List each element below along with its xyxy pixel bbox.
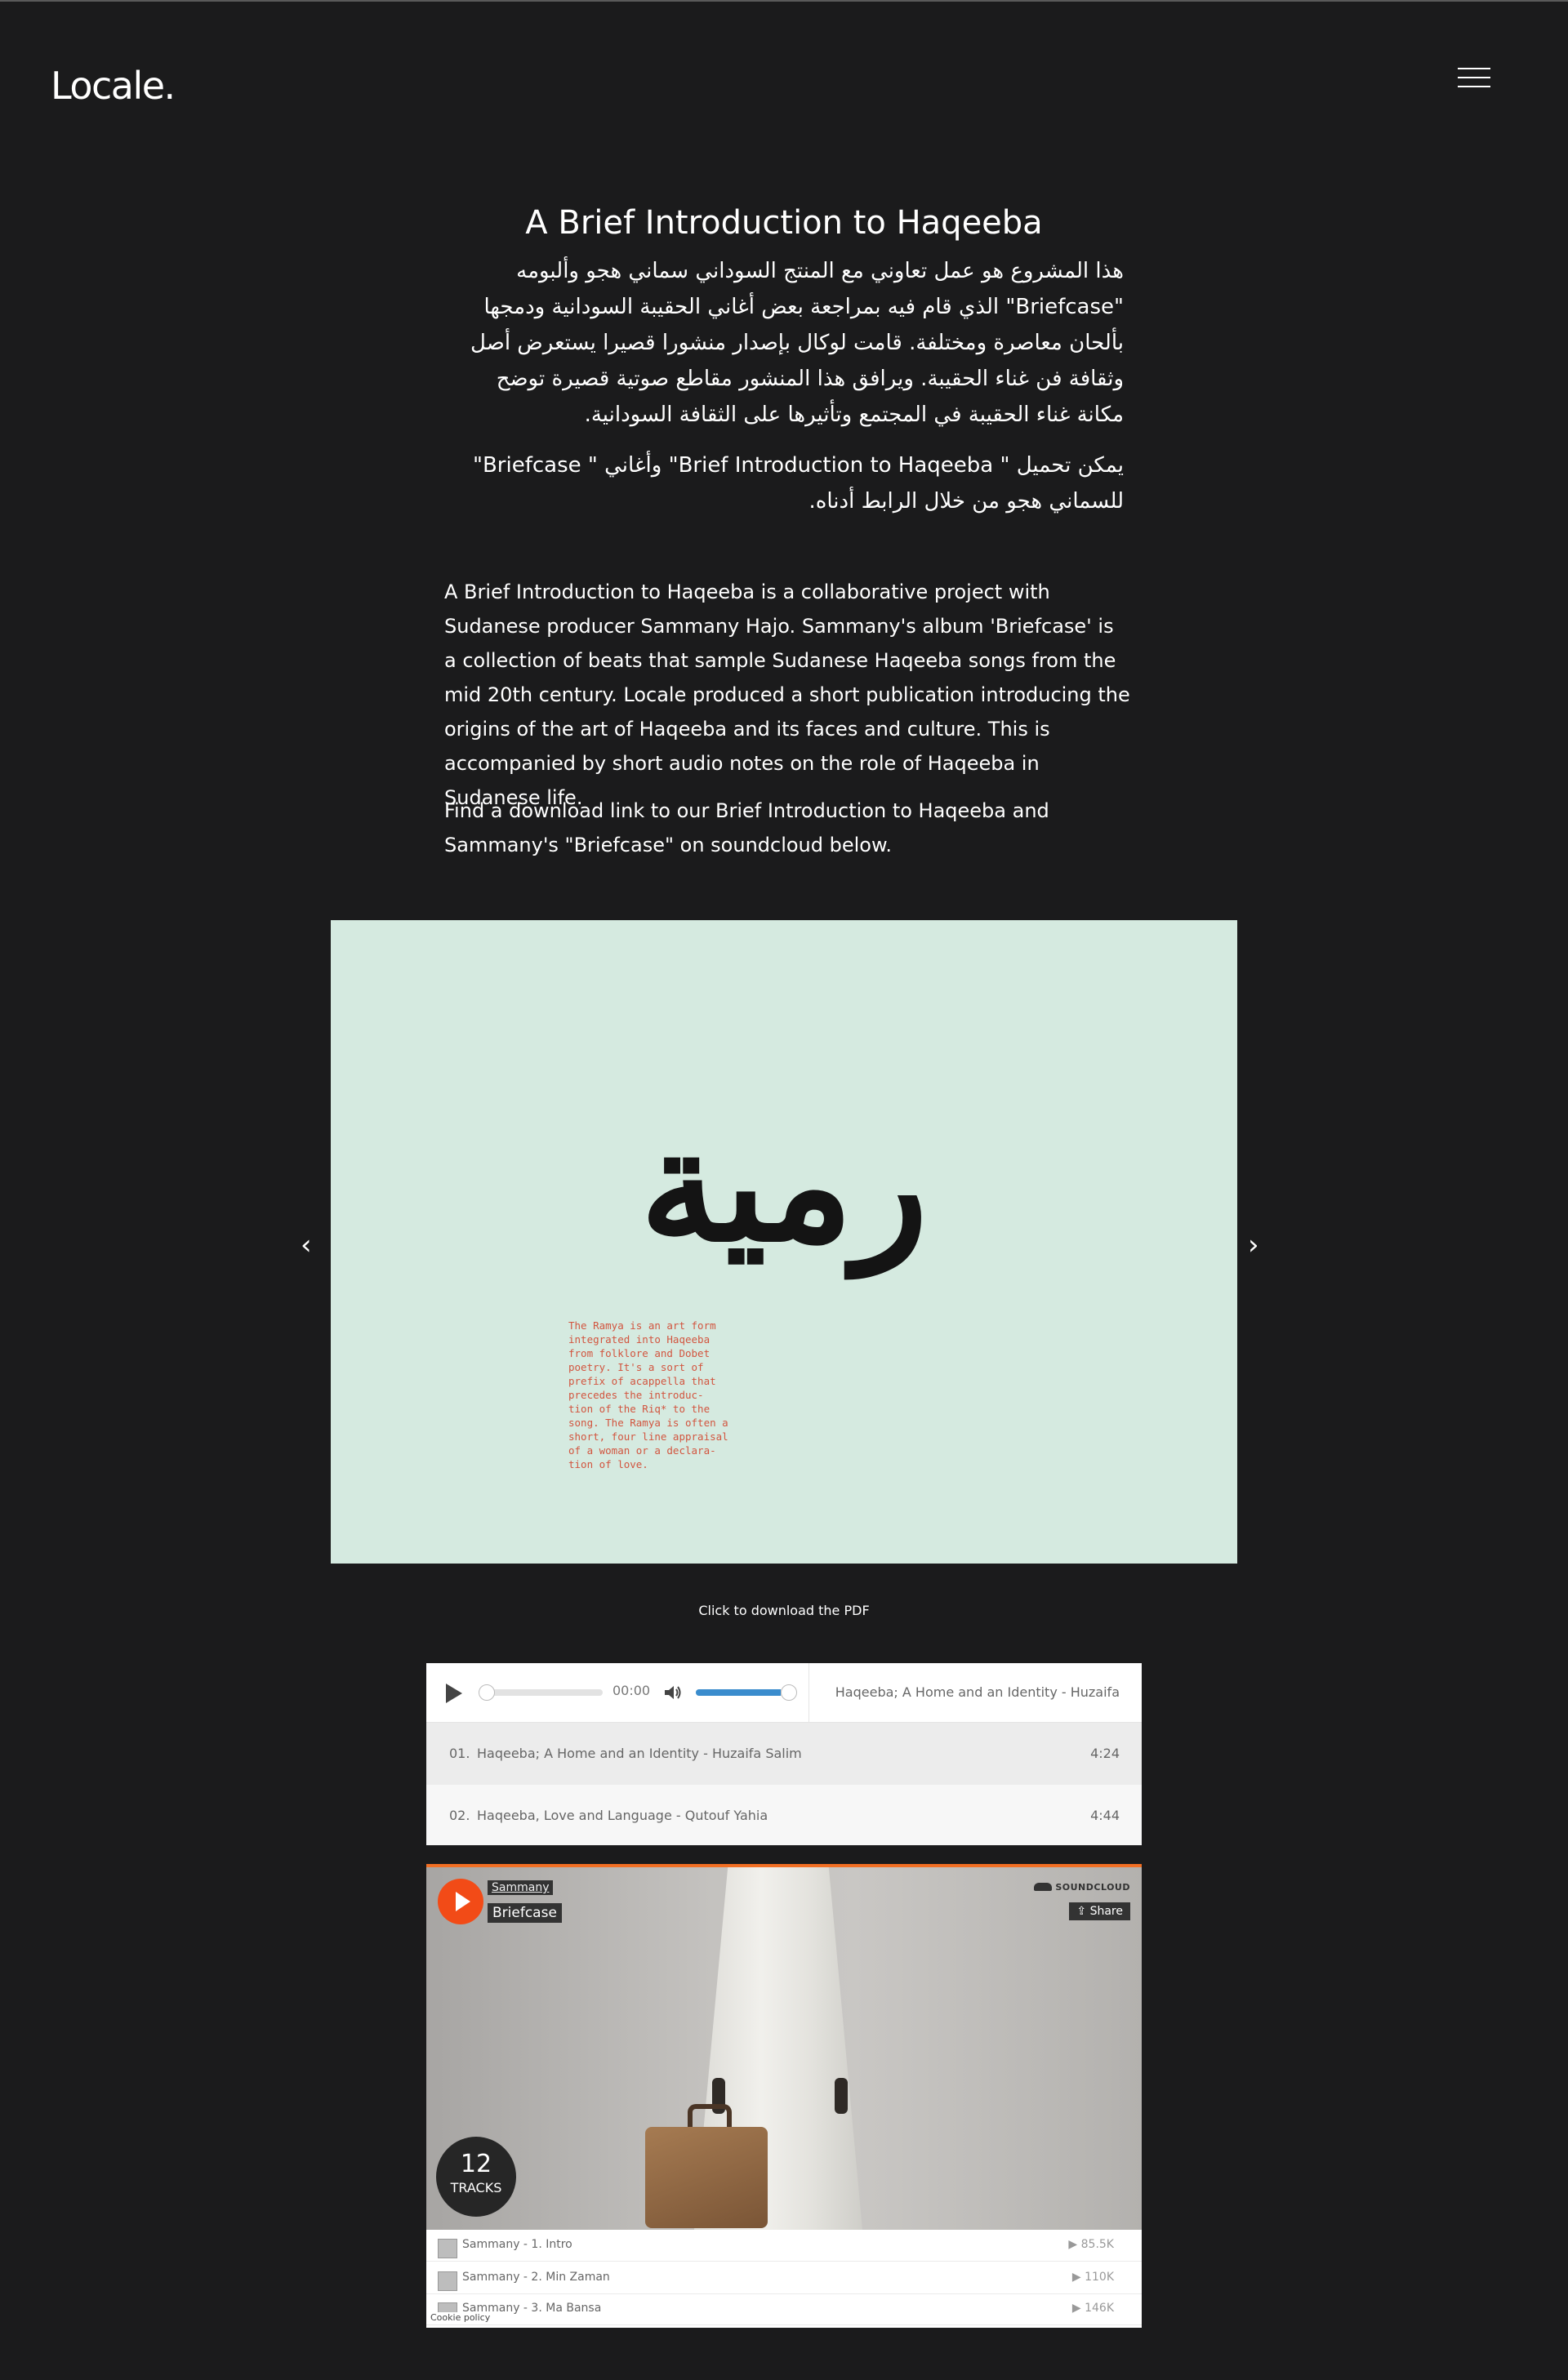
download-pdf-link[interactable]: Click to download the PDF (0, 1603, 1568, 1618)
now-playing-title: Haqeeba; A Home and an Identity - Huzaif… (808, 1663, 1142, 1759)
soundcloud-track-row[interactable]: Sammany - 3. Ma Bansa ▶ 146K (426, 2293, 1142, 2325)
soundcloud-play-icon[interactable] (438, 1879, 483, 1924)
volume-icon[interactable] (663, 1684, 683, 1702)
seek-bar[interactable] (480, 1689, 603, 1696)
track-count-label: TRACKS (450, 2180, 502, 2195)
artwork-briefcase (645, 2127, 768, 2228)
menu-line (1458, 68, 1490, 69)
slide-description: The Ramya is an art form integrated into… (568, 1319, 728, 1470)
album-artwork[interactable]: Sammany Briefcase SOUNDCLOUD ⇪ Share 12 … (426, 1867, 1142, 2230)
site-logo[interactable]: Locale. (51, 64, 176, 108)
audio-player: 00:00 Haqeeba; A Home and an Identity - … (426, 1663, 1142, 1845)
slideshow-slide[interactable]: رمية The Ramya is an art form integrated… (331, 920, 1237, 1564)
track-number: 01. (449, 1746, 470, 1761)
artwork-hand (835, 2078, 848, 2114)
soundcloud-logo[interactable]: SOUNDCLOUD (1034, 1882, 1130, 1893)
current-time: 00:00 (612, 1683, 651, 1698)
track-count-badge: 12 TRACKS (436, 2137, 516, 2217)
soundcloud-track-row[interactable]: Sammany - 2. Min Zaman ▶ 110K (426, 2262, 1142, 2294)
playlist-track[interactable]: 01. Haqeeba; A Home and an Identity - Hu… (426, 1723, 1142, 1785)
soundcloud-track-title: Sammany - 2. Min Zaman (462, 2271, 610, 2284)
track-thumbnail (438, 2271, 457, 2291)
arabic-paragraph-2: يمكن تحميل " Brief Introduction to Haqee… (473, 453, 1124, 514)
hamburger-menu-icon[interactable] (1458, 68, 1490, 91)
soundcloud-playlist-title[interactable]: Briefcase (488, 1903, 562, 1923)
soundcloud-track-title: Sammany - 1. Intro (462, 2238, 572, 2251)
soundcloud-user-link[interactable]: Sammany (488, 1880, 554, 1895)
share-button[interactable]: ⇪ Share (1069, 1902, 1130, 1920)
track-count: 12 (460, 2150, 492, 2178)
soundcloud-brand: SOUNDCLOUD (1055, 1882, 1130, 1893)
track-duration: 4:24 (1090, 1746, 1120, 1761)
play-count: ▶ 110K (1071, 2271, 1114, 2284)
soundcloud-embed: Sammany Briefcase SOUNDCLOUD ⇪ Share 12 … (426, 1864, 1142, 2328)
playlist-track[interactable]: 02. Haqeeba, Love and Language - Qutouf … (426, 1785, 1142, 1847)
page-title: A Brief Introduction to Haqeeba (525, 204, 1043, 242)
play-icon[interactable] (446, 1684, 462, 1703)
menu-line (1458, 77, 1490, 78)
seek-handle[interactable] (479, 1684, 495, 1701)
track-thumbnail (438, 2239, 457, 2258)
track-duration: 4:44 (1090, 1808, 1120, 1823)
volume-slider[interactable] (696, 1689, 792, 1696)
english-paragraph-2: Find a download link to our Brief Introd… (444, 794, 1130, 862)
player-controls: 00:00 Haqeeba; A Home and an Identity - … (426, 1663, 1142, 1759)
english-paragraph-1-text: A Brief Introduction to Haqeeba is a col… (444, 581, 1130, 809)
cookie-policy-link[interactable]: Cookie policy (430, 2312, 491, 2323)
cloud-icon (1034, 1883, 1053, 1891)
arabic-paragraph-1: هذا المشروع هو عمل تعاوني مع المنتج السو… (470, 259, 1124, 427)
slideshow-prev-arrow[interactable]: ‹ (301, 1231, 312, 1259)
slideshow-next-arrow[interactable]: › (1248, 1231, 1259, 1259)
menu-line (1458, 86, 1490, 87)
play-count: ▶ 146K (1071, 2302, 1114, 2315)
track-title: Haqeeba; A Home and an Identity - Huzaif… (477, 1746, 802, 1761)
soundcloud-track-row[interactable]: Sammany - 1. Intro ▶ 85.5K (426, 2230, 1142, 2262)
top-border (0, 0, 1568, 2)
volume-level (696, 1689, 781, 1696)
play-count: ▶ 85.5K (1068, 2238, 1114, 2251)
english-paragraph-1: A Brief Introduction to Haqeeba is a col… (444, 575, 1130, 815)
track-number: 02. (449, 1808, 470, 1823)
english-paragraph-2-text: Find a download link to our Brief Introd… (444, 799, 1049, 856)
track-title: Haqeeba, Love and Language - Qutouf Yahi… (477, 1808, 768, 1823)
share-label: Share (1089, 1905, 1123, 1918)
slide-calligraphy: رمية (639, 1094, 929, 1276)
volume-handle[interactable] (781, 1684, 797, 1701)
